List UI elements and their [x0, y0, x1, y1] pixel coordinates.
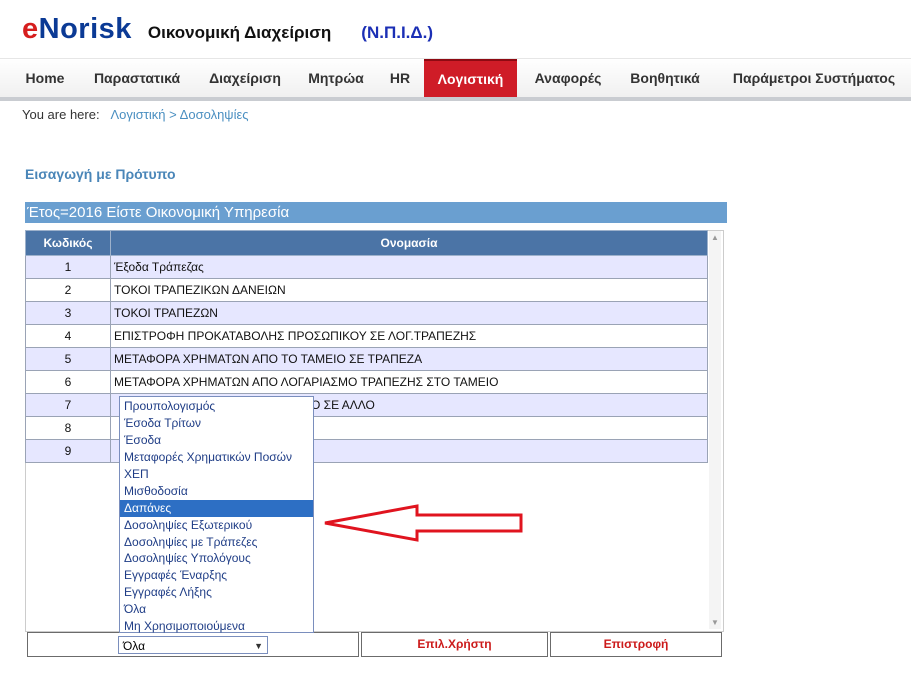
cell-name: ΕΠΙΣΤΡΟΦΗ ΠΡΟΚΑΤΑΒΟΛΗΣ ΠΡΟΣΩΠΙΚΟΥ ΣΕ ΛΟΓ… [110, 324, 708, 348]
cell-name-visible-part: Ο ΣΕ ΑΛΛΟ [311, 398, 375, 412]
dropdown-option[interactable]: Εγγραφές Λήξης [120, 584, 313, 601]
breadcrumb: You are here: Λογιστική > Δοσοληψίες [22, 107, 249, 122]
cell-name: ΤΟΚΟΙ ΤΡΑΠΕΖΙΚΩΝ ΔΑΝΕΙΩΝ [110, 278, 708, 302]
cell-code: 9 [25, 439, 111, 463]
cell-code: 5 [25, 347, 111, 371]
nav-item-system-params[interactable]: Παράμετροι Συστήματος [722, 59, 906, 97]
dropdown-option[interactable]: Έσοδα [120, 432, 313, 449]
dropdown-option[interactable]: Δοσοληψίες με Τράπεζες [120, 534, 313, 551]
chevron-down-icon[interactable]: ▼ [254, 637, 263, 655]
table-row[interactable]: 4 ΕΠΙΣΤΡΟΦΗ ΠΡΟΚΑΤΑΒΟΛΗΣ ΠΡΟΣΩΠΙΚΟΥ ΣΕ ΛΟ… [25, 324, 708, 348]
nav-item-registries[interactable]: Μητρώα [302, 59, 370, 97]
dropdown-option[interactable]: Προυπολογισμός [120, 398, 313, 415]
cell-code: 2 [25, 278, 111, 302]
table-row[interactable]: 1 Έξοδα Τράπεζας [25, 255, 708, 279]
column-header-code[interactable]: Κωδικός [25, 230, 111, 256]
dropdown-option-highlighted[interactable]: Δαπάνες [120, 499, 313, 517]
user-select-button[interactable]: Επιλ.Χρήστη [361, 632, 548, 657]
cell-name: ΜΕΤΑΦΟΡΑ ΧΡΗΜΑΤΩΝ ΑΠΟ ΤΟ ΤΑΜΕΙΟ ΣΕ ΤΡΑΠΕ… [110, 347, 708, 371]
category-select[interactable]: Όλα ▼ [118, 636, 268, 654]
red-arrow-icon [324, 504, 523, 542]
dropdown-option[interactable]: Όλα [120, 601, 313, 618]
cell-code: 3 [25, 301, 111, 325]
table-row[interactable]: 6 ΜΕΤΑΦΟΡΑ ΧΡΗΜΑΤΩΝ ΑΠΟ ΛΟΓΑΡΙΑΣΜΟ ΤΡΑΠΕΖ… [25, 370, 708, 394]
dropdown-option[interactable]: Εγγραφές Έναρξης [120, 567, 313, 584]
header-brand: eNorisk Οικονομική Διαχείριση (Ν.Π.Ι.Δ.) [22, 13, 433, 49]
app-title: Οικονομική Διαχείριση [147, 23, 332, 42]
cell-name: ΜΕΤΑΦΟΡΑ ΧΡΗΜΑΤΩΝ ΑΠΟ ΛΟΓΑΡΙΑΣΜΟ ΤΡΑΠΕΖΗ… [110, 370, 708, 394]
dropdown-option[interactable]: Έσοδα Τρίτων [120, 415, 313, 432]
enorisk-logo[interactable]: eNorisk [22, 13, 132, 46]
scroll-down-icon[interactable]: ▼ [709, 618, 721, 627]
table-row[interactable]: 5 ΜΕΤΑΦΟΡΑ ΧΡΗΜΑΤΩΝ ΑΠΟ ΤΟ ΤΑΜΕΙΟ ΣΕ ΤΡΑΠ… [25, 347, 708, 371]
cell-code: 7 [25, 393, 111, 417]
dropdown-option[interactable]: ΧΕΠ [120, 466, 313, 483]
category-dropdown-list[interactable]: Προυπολογισμός Έσοδα Τρίτων Έσοδα Μεταφο… [119, 396, 314, 633]
cell-code: 4 [25, 324, 111, 348]
table-row[interactable]: 2 ΤΟΚΟΙ ΤΡΑΠΕΖΙΚΩΝ ΔΑΝΕΙΩΝ [25, 278, 708, 302]
nav-item-tools[interactable]: Βοηθητικά [622, 59, 708, 97]
cell-name: ΤΟΚΟΙ ΤΡΑΠΕΖΩΝ [110, 301, 708, 325]
cell-code: 6 [25, 370, 111, 394]
panel-scrollbar[interactable]: ▲ ▼ [709, 231, 721, 629]
breadcrumb-separator: > [169, 107, 177, 122]
category-select-value: Όλα [123, 639, 146, 653]
cell-code: 1 [25, 255, 111, 279]
dropdown-option[interactable]: Μισθοδοσία [120, 483, 313, 500]
dropdown-option[interactable]: Μεταφορές Χρηματικών Ποσών [120, 449, 313, 466]
dropdown-option[interactable]: Δοσοληψίες Υπολόγους [120, 550, 313, 567]
nav-item-accounting[interactable]: Λογιστική [424, 59, 517, 97]
breadcrumb-prefix: You are here: [22, 107, 100, 122]
dropdown-option[interactable]: Δοσοληψίες Εξωτερικού [120, 517, 313, 534]
back-button[interactable]: Επιστροφή [550, 632, 722, 657]
nav-item-hr[interactable]: HR [384, 59, 416, 97]
year-info-bar: Έτος=2016 Είστε Οικονομική Υπηρεσία [25, 202, 727, 223]
app-subtitle: (Ν.Π.Ι.Δ.) [361, 23, 434, 42]
nav-item-documents[interactable]: Παραστατικά [86, 59, 188, 97]
column-header-name[interactable]: Ονομασία [110, 230, 708, 256]
nav-item-reports[interactable]: Αναφορές [526, 59, 610, 97]
main-nav: Home Παραστατικά Διαχείριση Μητρώα HR Λο… [0, 58, 911, 101]
breadcrumb-link-transactions[interactable]: Δοσοληψίες [180, 107, 249, 122]
cell-name: Έξοδα Τράπεζας [110, 255, 708, 279]
scroll-up-icon[interactable]: ▲ [709, 233, 721, 242]
nav-item-home[interactable]: Home [18, 59, 72, 97]
table-row[interactable]: 3 ΤΟΚΟΙ ΤΡΑΠΕΖΩΝ [25, 301, 708, 325]
cell-code: 8 [25, 416, 111, 440]
nav-item-management[interactable]: Διαχείριση [202, 59, 288, 97]
dropdown-option[interactable]: Μη Χρησιμοποιούμενα [120, 618, 313, 635]
page-title: Εισαγωγή με Πρότυπο [25, 166, 176, 182]
breadcrumb-link-accounting[interactable]: Λογιστική [110, 107, 165, 122]
